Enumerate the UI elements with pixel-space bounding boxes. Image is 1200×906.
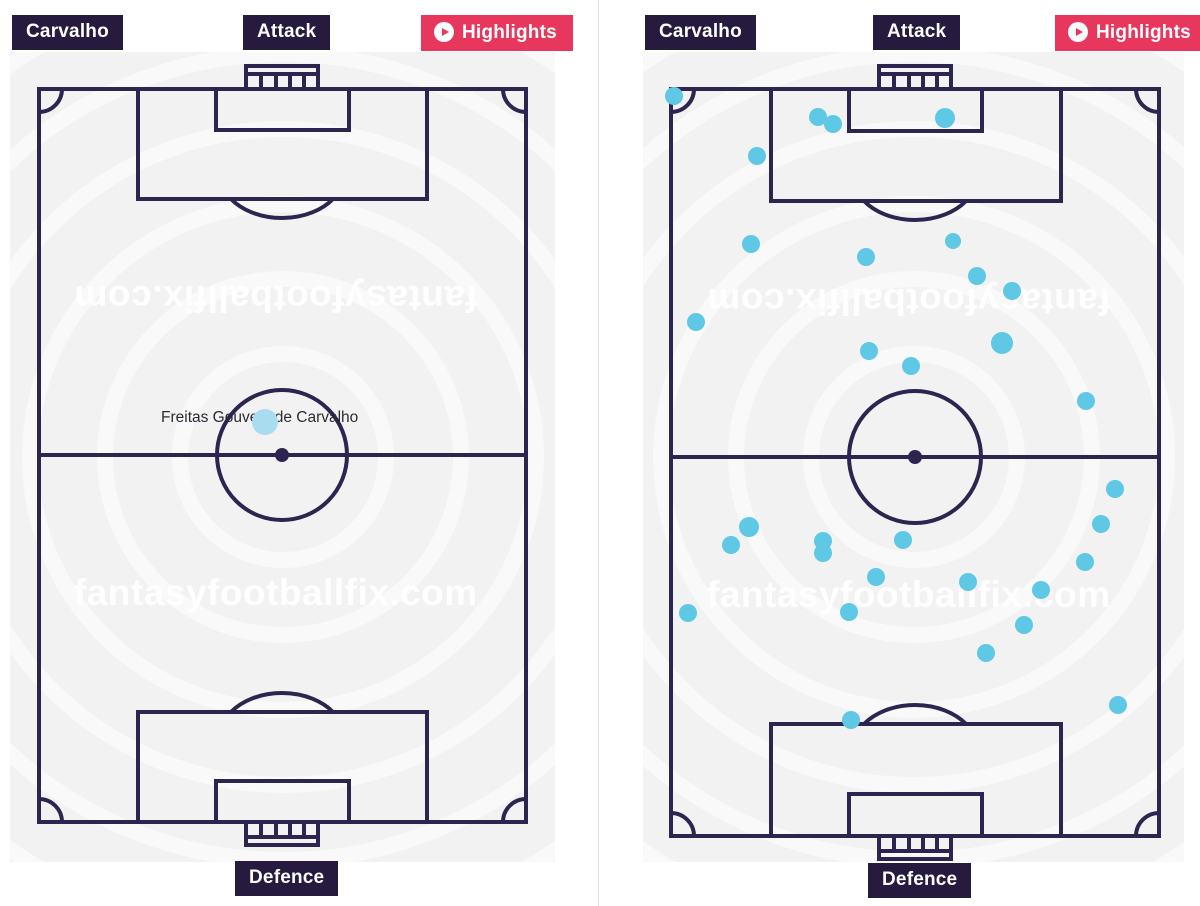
touch-dot	[1109, 696, 1127, 714]
touch-dot	[1092, 515, 1110, 533]
touch-dot	[1076, 553, 1094, 571]
watermark-top: fantasyfootballfix.com	[74, 278, 478, 319]
defence-zone-badge[interactable]: Defence	[868, 863, 972, 898]
play-icon	[1068, 22, 1088, 42]
touch-dot	[1015, 616, 1033, 634]
touch-dot	[935, 108, 955, 128]
right-panel: fantasyfootballfix.com fantasyfootballfi…	[600, 0, 1200, 906]
touch-dot	[991, 332, 1013, 354]
player-badge[interactable]: Carvalho	[12, 15, 123, 50]
touch-dot	[959, 573, 977, 591]
touch-dot	[679, 604, 697, 622]
touch-dot	[814, 544, 832, 562]
play-icon	[434, 22, 454, 42]
touch-dot	[739, 517, 759, 537]
watermark-bottom: fantasyfootballfix.com	[74, 572, 478, 613]
touch-dot	[252, 409, 278, 435]
touch-dot	[722, 536, 740, 554]
touch-dot	[968, 267, 986, 285]
touch-dot	[894, 531, 912, 549]
touch-dot	[1077, 392, 1095, 410]
touch-dot	[945, 233, 961, 249]
touch-dot	[902, 357, 920, 375]
touch-dot	[1003, 282, 1021, 300]
highlights-label: Highlights	[462, 21, 557, 43]
touch-dot	[824, 115, 842, 133]
left-panel: fantasyfootballfix.com fantasyfootballfi…	[0, 0, 600, 906]
touch-dot	[842, 711, 860, 729]
pitch-comparison-board: fantasyfootballfix.com fantasyfootballfi…	[0, 0, 1200, 906]
touch-dot	[977, 644, 995, 662]
touch-dot	[860, 342, 878, 360]
touch-dot	[665, 87, 683, 105]
touch-dot	[742, 235, 760, 253]
touch-dot	[867, 568, 885, 586]
highlights-button[interactable]: Highlights	[1055, 15, 1200, 51]
panel-divider	[598, 0, 599, 906]
defence-zone-badge[interactable]: Defence	[235, 861, 339, 896]
touch-dot-layer	[600, 0, 1200, 906]
player-badge[interactable]: Carvalho	[645, 15, 756, 50]
highlights-label: Highlights	[1096, 21, 1191, 43]
touch-dot	[1032, 581, 1050, 599]
touch-dot	[857, 248, 875, 266]
highlights-button[interactable]: Highlights	[421, 15, 573, 51]
touch-dot	[840, 603, 858, 621]
attack-zone-badge[interactable]: Attack	[243, 15, 331, 50]
touch-dot	[1106, 480, 1124, 498]
attack-zone-badge[interactable]: Attack	[873, 15, 961, 50]
left-pitch-markings	[37, 64, 528, 847]
touch-dot	[748, 147, 766, 165]
touch-dot	[687, 313, 705, 331]
